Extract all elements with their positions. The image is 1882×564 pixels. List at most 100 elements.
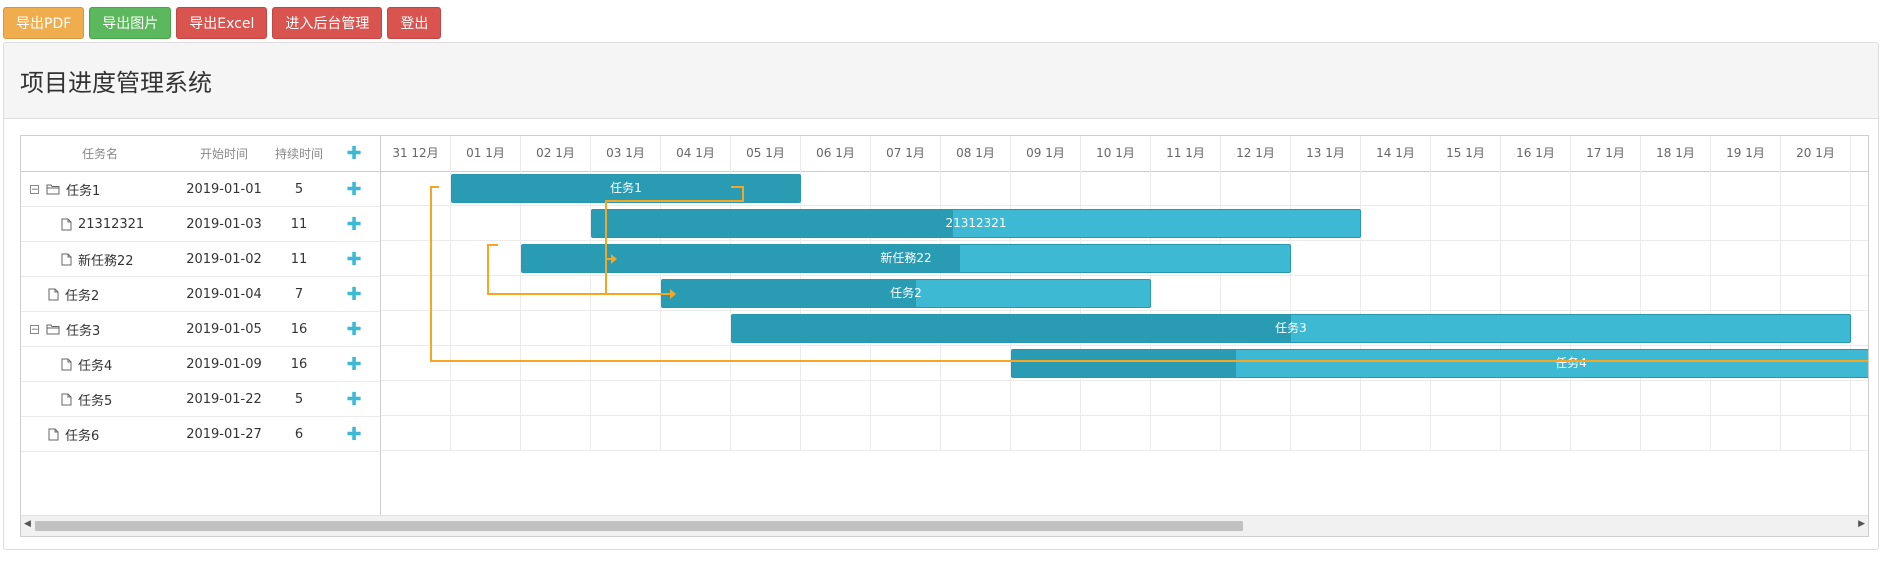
task-duration: 16 bbox=[290, 321, 308, 337]
task-row[interactable]: − 任务1 2019-01-01 5 ✚ bbox=[21, 172, 380, 207]
scale-day: 01 1月 bbox=[451, 136, 521, 171]
plus-icon[interactable]: ✚ bbox=[346, 284, 361, 305]
grid-vline bbox=[1710, 171, 1711, 451]
task-grid: 任务名 开始时间 持续时间 ✚ − 任务1 2019-01-01 5 ✚ 21312321… bbox=[21, 136, 381, 516]
file-icon bbox=[61, 358, 72, 371]
task-row[interactable]: 任务5 2019-01-22 5 ✚ bbox=[21, 382, 380, 417]
task-name-cell: 任务4 bbox=[21, 355, 179, 374]
page-title: 项目进度管理系统 bbox=[20, 69, 212, 97]
grid-vline bbox=[1570, 171, 1571, 451]
task-name: 任务5 bbox=[78, 393, 113, 409]
task-duration: 7 bbox=[294, 286, 304, 302]
task-duration: 6 bbox=[294, 426, 304, 442]
task-name: 任务2 bbox=[65, 288, 100, 304]
task-name-cell: 新任務22 bbox=[21, 250, 179, 269]
grid-hline bbox=[381, 275, 1868, 276]
task-bar[interactable]: 任务2 bbox=[661, 279, 1151, 308]
plus-icon[interactable]: ✚ bbox=[346, 354, 361, 375]
task-bar[interactable]: 任务4 bbox=[1011, 349, 1868, 378]
file-icon bbox=[61, 253, 72, 266]
export-image-button[interactable]: 导出图片 bbox=[89, 7, 172, 39]
add-subtask-button[interactable]: ✚ bbox=[329, 424, 379, 445]
grid-vline bbox=[1780, 171, 1781, 451]
task-start: 2019-01-01 bbox=[186, 181, 262, 197]
task-start: 2019-01-27 bbox=[186, 426, 262, 442]
task-name-cell: 任务6 bbox=[21, 425, 179, 444]
task-start: 2019-01-22 bbox=[186, 391, 262, 407]
scale-day: 06 1月 bbox=[801, 136, 871, 171]
add-subtask-button[interactable]: ✚ bbox=[329, 249, 379, 270]
scale-day: 18 1月 bbox=[1641, 136, 1711, 171]
task-start: 2019-01-02 bbox=[186, 251, 262, 267]
add-subtask-button[interactable]: ✚ bbox=[329, 354, 379, 375]
task-name-cell: − 任务1 bbox=[21, 180, 179, 199]
task-bar[interactable]: 新任務22 bbox=[521, 244, 1291, 273]
task-duration: 16 bbox=[290, 356, 308, 372]
scale-day: 02 1月 bbox=[521, 136, 591, 171]
add-subtask-button[interactable]: ✚ bbox=[329, 319, 379, 340]
scale-day: 04 1月 bbox=[661, 136, 731, 171]
collapse-icon[interactable]: − bbox=[30, 324, 39, 334]
task-row[interactable]: 任务4 2019-01-09 16 ✚ bbox=[21, 347, 380, 382]
folder-icon bbox=[46, 183, 60, 195]
export-excel-button[interactable]: 导出Excel bbox=[176, 7, 268, 39]
folder-icon bbox=[46, 323, 60, 335]
header-task-name[interactable]: 任务名 bbox=[21, 145, 179, 162]
scroll-left-icon[interactable]: ◀ bbox=[24, 519, 31, 529]
scroll-right-icon[interactable]: ▶ bbox=[1858, 519, 1865, 529]
task-start: 2019-01-04 bbox=[186, 286, 262, 302]
task-row[interactable]: − 任务3 2019-01-05 16 ✚ bbox=[21, 312, 380, 347]
scale-day: 13 1月 bbox=[1291, 136, 1361, 171]
file-icon bbox=[48, 428, 59, 441]
scale-day: 14 1月 bbox=[1361, 136, 1431, 171]
grid-vline bbox=[450, 171, 451, 451]
task-name: 任务1 bbox=[66, 183, 101, 199]
scale-day: 12 1月 bbox=[1221, 136, 1291, 171]
export-pdf-button[interactable]: 导出PDF bbox=[3, 7, 85, 39]
header-start-time[interactable]: 开始时间 bbox=[179, 145, 269, 162]
admin-button[interactable]: 进入后台管理 bbox=[272, 7, 383, 39]
collapse-icon[interactable]: − bbox=[30, 184, 39, 194]
plus-icon[interactable]: ✚ bbox=[346, 424, 361, 445]
plus-icon[interactable]: ✚ bbox=[346, 389, 361, 410]
add-subtask-button[interactable]: ✚ bbox=[329, 179, 379, 200]
grid-hline bbox=[381, 415, 1868, 416]
plus-icon[interactable]: ✚ bbox=[346, 143, 361, 164]
task-name-cell: 任务5 bbox=[21, 390, 179, 409]
scrollbar-thumb[interactable] bbox=[35, 521, 1243, 531]
horizontal-scrollbar[interactable]: ◀ ▶ bbox=[21, 515, 1868, 536]
task-row[interactable]: 任务2 2019-01-04 7 ✚ bbox=[21, 277, 380, 312]
grid-vline bbox=[1850, 171, 1851, 451]
grid-hline bbox=[381, 345, 1868, 346]
timeline-scale: 31 12月 01 1月 02 1月 03 1月 04 1月 05 1月 06 1月 07 1… bbox=[381, 136, 1868, 172]
add-subtask-button[interactable]: ✚ bbox=[329, 389, 379, 410]
add-subtask-button[interactable]: ✚ bbox=[329, 214, 379, 235]
plus-icon[interactable]: ✚ bbox=[346, 249, 361, 270]
grid-hline bbox=[381, 310, 1868, 311]
gantt-chart: 任务名 开始时间 持续时间 ✚ − 任务1 2019-01-01 5 ✚ 21312321… bbox=[20, 135, 1869, 537]
plus-icon[interactable]: ✚ bbox=[346, 214, 361, 235]
task-name-cell: 21312321 bbox=[21, 217, 179, 232]
task-name: 任务4 bbox=[78, 358, 113, 374]
grid-vline bbox=[1640, 171, 1641, 451]
panel-heading: 项目进度管理系统 bbox=[4, 43, 1878, 119]
task-bar-label: 任务2 bbox=[890, 286, 922, 300]
task-bar[interactable]: 任务3 bbox=[731, 314, 1851, 343]
task-name: 新任務22 bbox=[78, 253, 134, 269]
add-subtask-button[interactable]: ✚ bbox=[329, 284, 379, 305]
toolbar: 导出PDF 导出图片 导出Excel 进入后台管理 登出 bbox=[3, 7, 442, 39]
plus-icon[interactable]: ✚ bbox=[346, 319, 361, 340]
task-row[interactable]: 任务6 2019-01-27 6 ✚ bbox=[21, 417, 380, 452]
task-bar[interactable]: 21312321 bbox=[591, 209, 1361, 238]
task-row[interactable]: 21312321 2019-01-03 11 ✚ bbox=[21, 207, 380, 242]
scale-day: 03 1月 bbox=[591, 136, 661, 171]
task-bar[interactable]: 任务1 bbox=[451, 174, 801, 203]
task-bar-label: 任务4 bbox=[1555, 356, 1587, 370]
logout-button[interactable]: 登出 bbox=[387, 7, 442, 39]
header-add-button[interactable]: ✚ bbox=[329, 143, 379, 164]
header-duration[interactable]: 持续时间 bbox=[269, 145, 329, 162]
task-row[interactable]: 新任務22 2019-01-02 11 ✚ bbox=[21, 242, 380, 277]
grid-hline bbox=[381, 205, 1868, 206]
file-icon bbox=[61, 218, 72, 231]
plus-icon[interactable]: ✚ bbox=[346, 179, 361, 200]
